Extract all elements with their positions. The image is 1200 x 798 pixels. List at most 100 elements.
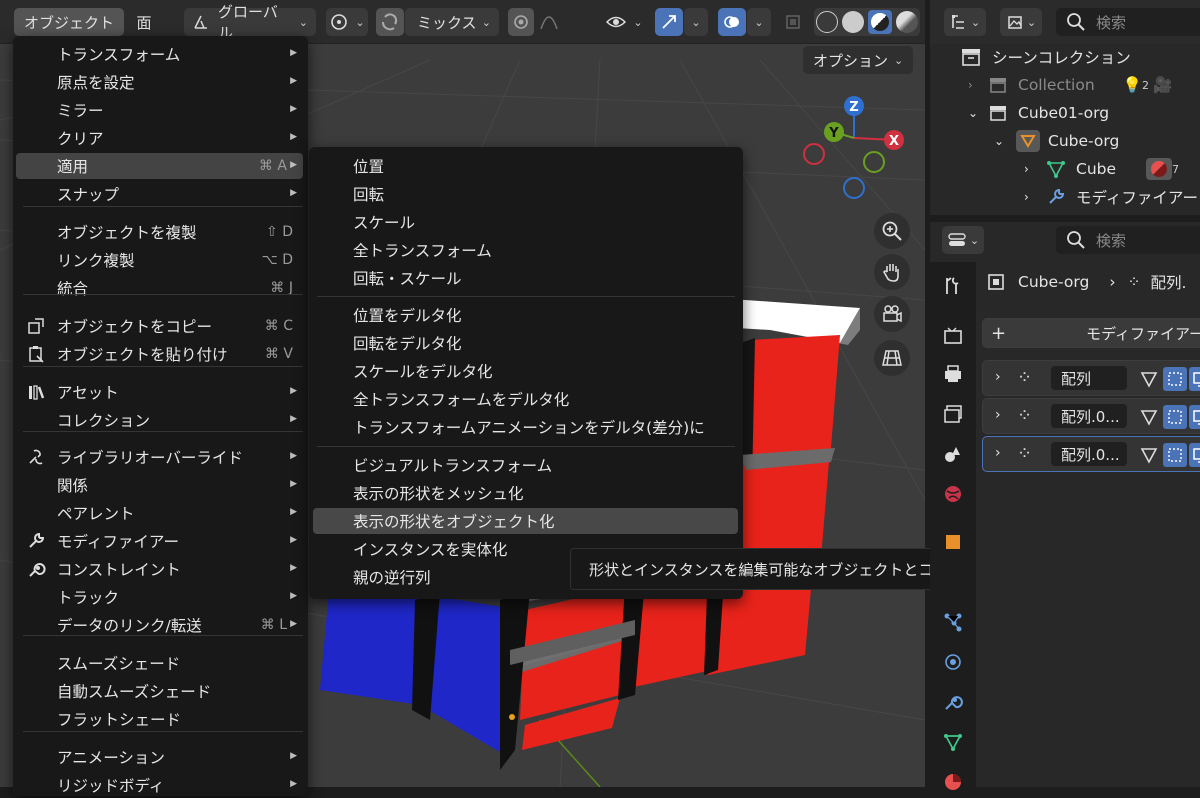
perspective-toggle-button[interactable]	[874, 340, 910, 376]
object-menu-item[interactable]: 関係 ▶	[16, 472, 303, 498]
wireframe-shading-icon[interactable]	[816, 11, 838, 33]
cage-toggle[interactable]	[1163, 405, 1187, 429]
object-menu-item[interactable]: ミラー ▶	[16, 97, 303, 123]
object-menu-item[interactable]: 自動スムーズシェード	[16, 678, 303, 704]
tab-tool[interactable]	[939, 272, 967, 300]
object-menu-item[interactable]: トラック ▶	[16, 584, 303, 610]
object-menu-item[interactable]: ライブラリオーバーライド ▶	[16, 444, 303, 470]
options-dropdown[interactable]: オプション ⌄	[803, 46, 914, 74]
tab-physics[interactable]	[939, 648, 967, 676]
expand-arrow-icon[interactable]: ›	[968, 78, 988, 92]
object-menu-item[interactable]: スナップ ▶	[16, 181, 303, 207]
object-menu-button[interactable]: オブジェクト	[14, 8, 124, 36]
expand-arrow-icon[interactable]: ›	[995, 407, 1001, 423]
tab-data[interactable]	[939, 728, 967, 756]
modifier-name-field[interactable]: 配列	[1051, 366, 1127, 390]
expand-arrow-icon[interactable]: ›	[995, 369, 1001, 385]
gizmo-dropdown[interactable]: ⌄	[684, 8, 708, 36]
visibility-dropdown[interactable]: ⌄	[602, 8, 646, 36]
apply-submenu-item[interactable]: スケールをデルタ化	[313, 358, 738, 384]
properties-search-input[interactable]: 検索	[1056, 226, 1200, 254]
apply-submenu-item[interactable]: 回転をデルタ化	[313, 330, 738, 356]
object-menu-item[interactable]: リジッドボディ ▶	[16, 772, 303, 798]
apply-submenu-item[interactable]: 位置	[313, 153, 738, 179]
edit-mode-toggle[interactable]	[1137, 443, 1161, 467]
object-menu-item[interactable]: ペアレント ▶	[16, 500, 303, 526]
object-menu-item[interactable]: アセット ▶	[16, 379, 303, 405]
tab-particles[interactable]	[939, 608, 967, 636]
outliner-row-cube[interactable]: › Cube 7	[1024, 156, 1179, 182]
zoom-button[interactable]	[874, 213, 910, 249]
tab-output[interactable]	[939, 360, 967, 388]
modifier-name-field[interactable]: 配列.0...	[1051, 404, 1127, 428]
falloff-dropdown[interactable]	[536, 8, 562, 36]
tab-object[interactable]	[939, 528, 967, 556]
rendered-shading-icon[interactable]	[896, 11, 918, 33]
collapse-arrow-icon[interactable]: ⌄	[994, 134, 1016, 148]
snap-toggle[interactable]	[376, 8, 404, 36]
apply-submenu-item[interactable]: 全トランスフォーム	[313, 237, 738, 263]
edit-mode-toggle[interactable]	[1137, 405, 1161, 429]
modifier-panel-2[interactable]: › ⁘ 配列.0...	[982, 398, 1200, 434]
modifier-panel-1[interactable]: › ⁘ 配列	[982, 360, 1200, 396]
object-menu-item[interactable]: クリア ▶	[16, 125, 303, 151]
cage-toggle[interactable]	[1163, 443, 1187, 467]
expand-arrow-icon[interactable]: ›	[1024, 190, 1046, 204]
tab-constraints[interactable]	[939, 688, 967, 716]
cage-toggle[interactable]	[1163, 367, 1187, 391]
navigation-gizmo[interactable]: Z X Y	[800, 94, 908, 202]
tab-material[interactable]	[939, 768, 967, 796]
tab-scene[interactable]	[939, 440, 967, 468]
apply-submenu-item[interactable]: 表示の形状をオブジェクト化	[313, 508, 738, 534]
tab-render[interactable]	[939, 322, 967, 350]
overlays-dropdown[interactable]: ⌄	[747, 8, 771, 36]
object-menu-item[interactable]: オブジェクトを複製 ⇧ D	[16, 219, 303, 245]
object-menu-item[interactable]: フラットシェード	[16, 706, 303, 732]
collapse-arrow-icon[interactable]: ⌄	[968, 106, 988, 120]
apply-submenu-item[interactable]: トランスフォームアニメーションをデルタ(差分)に	[313, 414, 738, 440]
transform-orientation-dropdown[interactable]: グローバル ⌄	[184, 3, 316, 42]
apply-submenu-item[interactable]: 回転	[313, 181, 738, 207]
add-modifier-button[interactable]: + モディファイアー	[982, 318, 1200, 348]
modifier-name-field[interactable]: 配列.0...	[1051, 442, 1127, 466]
outliner-row-modifiers[interactable]: › モディファイアー	[1024, 184, 1198, 210]
apply-submenu-item[interactable]: 表示の形状をメッシュ化	[313, 480, 738, 506]
material-shading-icon[interactable]	[868, 10, 892, 34]
pan-button[interactable]	[874, 254, 910, 290]
object-menu-item[interactable]: 適用 ⌘ A ▶	[16, 153, 303, 179]
expand-arrow-icon[interactable]: ›	[995, 445, 1001, 461]
viewport-display-toggle[interactable]	[1189, 405, 1200, 429]
outliner-row-cube01-org[interactable]: ⌄ Cube01-org	[968, 100, 1109, 126]
object-menu-item[interactable]: 統合 ⌘ J	[16, 275, 303, 301]
face-menu-button[interactable]: 面	[126, 8, 162, 36]
snap-mode-dropdown[interactable]: ミックス ⌄	[405, 8, 499, 36]
object-menu-item[interactable]: 原点を設定 ▶	[16, 69, 303, 95]
editor-type-dropdown[interactable]: ⌄	[942, 226, 984, 254]
proportional-edit-toggle[interactable]	[508, 8, 534, 36]
object-menu-item[interactable]: コンストレイント ▶	[16, 556, 303, 582]
modifier-panel-3[interactable]: › ⁘ 配列.0...	[982, 436, 1200, 472]
solid-shading-icon[interactable]	[842, 11, 864, 33]
apply-submenu-item[interactable]: ビジュアルトランスフォーム	[313, 452, 738, 478]
object-menu-item[interactable]: リンク複製 ⌥ D	[16, 247, 303, 273]
edit-mode-toggle[interactable]	[1137, 367, 1161, 391]
object-menu-item[interactable]: モディファイアー ▶	[16, 528, 303, 554]
apply-submenu-item[interactable]: 回転・スケール	[313, 265, 738, 291]
apply-submenu-item[interactable]: 全トランスフォームをデルタ化	[313, 386, 738, 412]
viewport-display-toggle[interactable]	[1189, 367, 1200, 391]
expand-arrow-icon[interactable]: ›	[1024, 162, 1046, 176]
filter-dropdown[interactable]: ⌄	[1000, 8, 1042, 36]
viewport-display-toggle[interactable]	[1189, 443, 1200, 467]
display-mode-dropdown[interactable]: ⌄	[944, 8, 986, 36]
object-menu-item[interactable]: トランスフォーム ▶	[16, 41, 303, 67]
object-menu-item[interactable]: アニメーション ▶	[16, 744, 303, 770]
pivot-point-dropdown[interactable]: ⌄	[326, 8, 368, 36]
object-menu-item[interactable]: スムーズシェード	[16, 650, 303, 676]
camera-view-button[interactable]	[874, 296, 910, 332]
apply-submenu-item[interactable]: スケール	[313, 209, 738, 235]
scene-collection-row[interactable]: シーンコレクション	[960, 44, 1131, 70]
outliner-row-cube-org[interactable]: ⌄ Cube-org	[994, 128, 1119, 154]
xray-toggle[interactable]	[780, 8, 806, 36]
gizmo-toggle[interactable]	[655, 8, 683, 36]
outliner-row-collection[interactable]: › Collection 💡 2 🎥	[968, 72, 1172, 98]
